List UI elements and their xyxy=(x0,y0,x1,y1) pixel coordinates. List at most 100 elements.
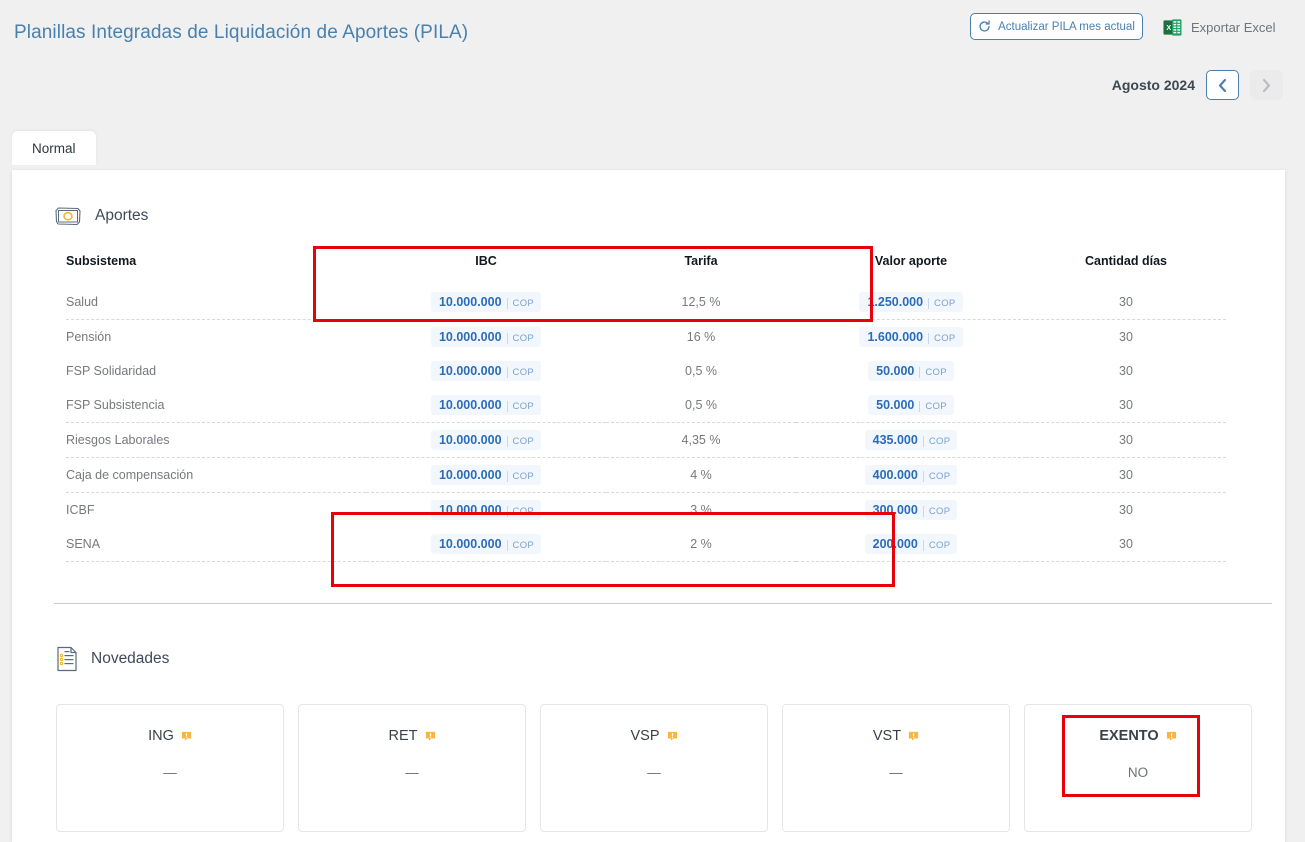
previous-month-button[interactable] xyxy=(1206,70,1239,100)
svg-text:X: X xyxy=(1166,23,1171,31)
cantidad-dias-cell: 30 xyxy=(1119,364,1133,378)
refresh-pila-button[interactable]: Actualizar PILA mes actual xyxy=(970,13,1143,40)
aportes-table: Subsistema IBC Tarifa Valor aporte Canti… xyxy=(66,254,1226,562)
tarifa-cell: 12,5 % xyxy=(681,295,721,309)
novedad-card-ret[interactable]: RET — xyxy=(298,704,526,832)
table-row: Pensión 10.000.000 COP 16 % 1.600.000 COP 30 xyxy=(66,319,1226,354)
table-row: Caja de compensación 10.000.000 COP 4 % 400.… xyxy=(66,457,1226,493)
export-excel-label: Exportar Excel xyxy=(1191,19,1276,35)
tooltip-icon[interactable] xyxy=(908,731,919,742)
valor-aporte-value: 300.000 COP xyxy=(864,500,958,520)
novedad-label: ING xyxy=(148,728,192,744)
subsistema-cell: FSP Solidaridad xyxy=(66,364,157,378)
novedad-card-vsp[interactable]: VSP — xyxy=(540,704,768,832)
tab-strip: Normal xyxy=(12,131,96,165)
tarifa-cell: 2 % xyxy=(606,527,796,562)
chevron-right-icon xyxy=(1262,78,1271,92)
aportes-section-header: Aportes xyxy=(54,204,1285,228)
valor-aporte-value: 1.600.000 COP xyxy=(859,327,963,347)
cantidad-dias-cell: 30 xyxy=(1026,319,1226,354)
subsistema-cell: ICBF xyxy=(66,492,366,527)
ibc-value: 10.000.000 COP xyxy=(430,500,542,520)
excel-icon: X xyxy=(1163,18,1182,36)
valor-aporte-cell: 435.000 COP xyxy=(796,422,1026,458)
ibc-value: 10.000.000 COP xyxy=(430,395,542,415)
ibc-value: 10.000.000 COP xyxy=(430,465,542,485)
valor-aporte-cell: 50.000 COP xyxy=(796,388,1026,423)
valor-aporte-value: 50.000 COP xyxy=(868,361,954,381)
novedad-label: EXENTO xyxy=(1099,728,1176,744)
cantidad-dias-cell: 30 xyxy=(1026,388,1226,423)
tarifa-cell: 4 % xyxy=(606,457,796,493)
valor-aporte-cell: 300.000 COP xyxy=(796,492,1026,527)
month-navigator: Agosto 2024 xyxy=(1112,70,1283,100)
aportes-table-body: Salud 10.000.000 COP 12,5 % 1.250.000 COP 30 Pe… xyxy=(66,285,1226,562)
tooltip-icon[interactable] xyxy=(1166,731,1177,742)
subsistema-cell: FSP Subsistencia xyxy=(66,388,366,423)
subsistema-cell: Salud xyxy=(66,295,98,309)
export-excel-button[interactable]: X Exportar Excel xyxy=(1163,14,1276,40)
valor-aporte-value: 400.000 COP xyxy=(864,465,958,485)
novedad-card-exento[interactable]: EXENTO NO xyxy=(1024,704,1252,832)
ibc-value: 10.000.000 COP xyxy=(430,361,542,381)
ibc-value: 10.000.000 COP xyxy=(430,534,542,554)
tarifa-cell: 0,5 % xyxy=(685,364,717,378)
novedad-label: VST xyxy=(873,728,919,744)
section-divider xyxy=(54,603,1272,604)
page-title: Planillas Integradas de Liquidación de A… xyxy=(14,22,469,43)
cantidad-dias-cell: 30 xyxy=(1026,422,1226,458)
novedades-card-grid: ING — RET — VSP — VST — EXENTO NO xyxy=(56,704,1252,832)
cantidad-dias-cell: 30 xyxy=(1026,492,1226,527)
novedad-value: — xyxy=(647,765,661,780)
ibc-cell: 10.000.000 COP xyxy=(366,319,606,354)
col-header-cantidad-dias: Cantidad días xyxy=(1085,254,1167,268)
subsistema-cell: SENA xyxy=(66,527,366,562)
novedad-value: — xyxy=(405,765,419,780)
table-row: FSP Subsistencia 10.000.000 COP 0,5 % 50.000… xyxy=(66,388,1226,423)
tooltip-icon[interactable] xyxy=(667,731,678,742)
subsistema-cell: Caja de compensación xyxy=(66,457,366,493)
novedad-value: NO xyxy=(1127,765,1149,780)
col-header-ibc: IBC xyxy=(475,254,497,268)
tab-normal[interactable]: Normal xyxy=(12,131,96,165)
valor-aporte-value: 200.000 COP xyxy=(864,534,958,554)
col-header-valor-aporte: Valor aporte xyxy=(874,254,948,268)
tarifa-cell: 0,5 % xyxy=(606,388,796,423)
ibc-cell: 10.000.000 COP xyxy=(366,354,606,388)
subsistema-cell: Riesgos Laborales xyxy=(66,422,366,458)
table-row: Riesgos Laborales 10.000.000 COP 4,35 % 435.… xyxy=(66,422,1226,458)
current-month-label: Agosto 2024 xyxy=(1111,77,1195,93)
valor-aporte-value: 50.000 COP xyxy=(868,395,954,415)
ibc-cell: 10.000.000 COP xyxy=(366,527,606,562)
novedad-card-vst[interactable]: VST — xyxy=(782,704,1010,832)
novedad-value: — xyxy=(889,765,903,780)
tarifa-cell: 4,35 % xyxy=(606,422,796,458)
tooltip-icon[interactable] xyxy=(425,731,436,742)
tooltip-icon[interactable] xyxy=(181,731,192,742)
pila-page: Planillas Integradas de Liquidación de A… xyxy=(0,0,1305,842)
valor-aporte-cell: 200.000 COP xyxy=(796,527,1026,562)
ibc-value: 10.000.000 COP xyxy=(430,327,542,347)
table-row: FSP Solidaridad 10.000.000 COP 0,5 % 50.000 C… xyxy=(66,354,1226,388)
table-row: ICBF 10.000.000 COP 3 % 300.000 COP 30 xyxy=(66,492,1226,527)
tarifa-cell: 16 % xyxy=(606,319,796,354)
ibc-cell: 10.000.000 COP xyxy=(366,457,606,493)
ibc-value: 10.000.000 COP xyxy=(430,292,542,312)
refresh-icon xyxy=(979,20,990,32)
ibc-cell: 10.000.000 COP xyxy=(366,285,606,320)
novedad-label: VSP xyxy=(630,728,677,744)
content-card: Aportes Subsistema IBC Tarifa Valor apor… xyxy=(12,170,1285,842)
ibc-cell: 10.000.000 COP xyxy=(366,388,606,423)
valor-aporte-cell: 400.000 COP xyxy=(796,457,1026,493)
novedad-label: RET xyxy=(389,728,436,744)
next-month-button[interactable] xyxy=(1250,70,1283,100)
table-row: SENA 10.000.000 COP 2 % 200.000 COP 30 xyxy=(66,527,1226,562)
valor-aporte-value: 435.000 COP xyxy=(864,430,958,450)
subsistema-cell: Pensión xyxy=(66,319,366,354)
checklist-icon xyxy=(57,646,77,672)
col-header-tarifa: Tarifa xyxy=(684,254,718,268)
tarifa-cell: 3 % xyxy=(606,492,796,527)
money-icon xyxy=(55,207,81,226)
novedad-card-ing[interactable]: ING — xyxy=(56,704,284,832)
novedades-section-header: Novedades xyxy=(56,646,169,672)
